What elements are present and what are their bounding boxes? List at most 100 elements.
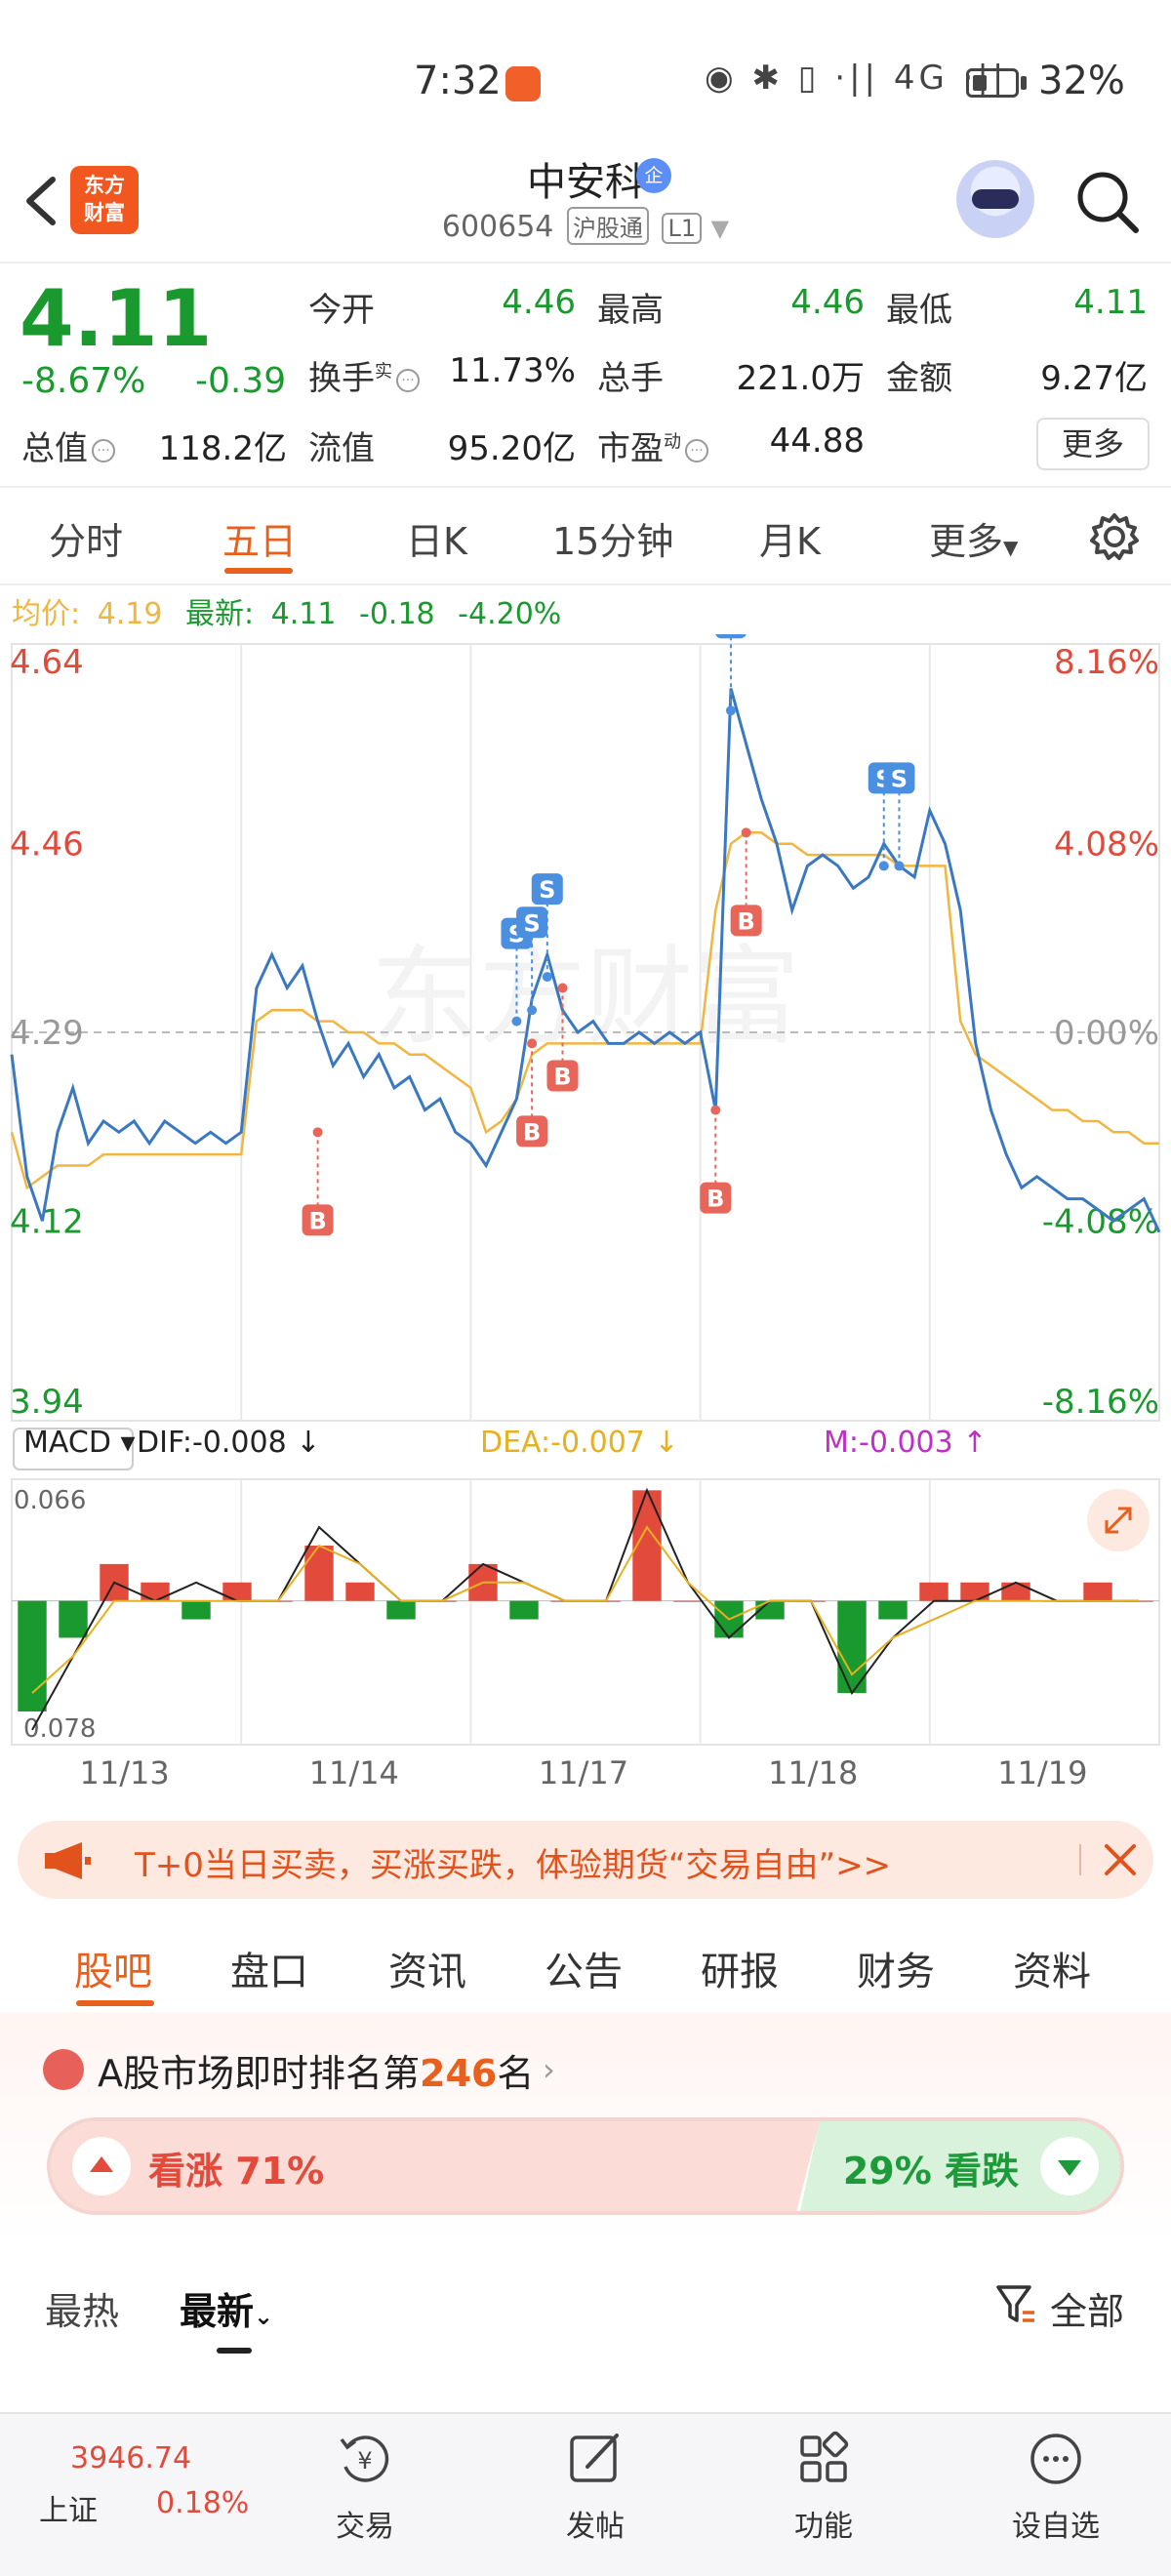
more-button[interactable]: 更多: [1036, 418, 1150, 470]
battery-percent: 32%: [1038, 59, 1125, 103]
chart-legend: 均价: 4.19 最新: 4.11 -0.18 -4.20%: [12, 589, 561, 632]
filter-label[interactable]: 全部: [1050, 2281, 1124, 2335]
tab-profile[interactable]: 资料: [1013, 1940, 1091, 1996]
macd-tick-top: 0.066: [14, 1486, 86, 1515]
current-price: 4.11: [20, 273, 213, 364]
float-label: 流值: [308, 429, 375, 468]
nav-watchlist[interactable]: 设自选: [997, 2422, 1114, 2545]
macd-bar: [509, 1600, 539, 1620]
sell-marker-label: S: [523, 909, 540, 937]
search-icon[interactable]: [1073, 168, 1142, 236]
battery-icon: [966, 68, 1019, 98]
tab-orderbook[interactable]: 盘口: [230, 1940, 308, 1996]
sell-marker-label: S: [891, 765, 908, 792]
macd-dea: DEA:-0.007 ↓: [480, 1426, 679, 1460]
sort-latest[interactable]: 最新⌄: [180, 2281, 273, 2335]
macd-m: M:-0.003 ↑: [824, 1426, 987, 1460]
buy-marker-dot: [557, 983, 568, 993]
svg-text:¥: ¥: [357, 2447, 372, 2475]
bullish-text[interactable]: 看涨 71%: [148, 2141, 324, 2194]
tab-intraday[interactable]: 分时: [49, 511, 123, 565]
gear-icon[interactable]: [1089, 511, 1140, 562]
rank-panel: A股市场即时排名第246名 › 看涨 71% 29% 看跌: [0, 2012, 1171, 2246]
price-chart-svg[interactable]: 东方财富 4.64 8.16% 4.46 4.08% 4.29 0.00% 4.12 -4.08…: [0, 607, 1171, 1795]
close-icon[interactable]: [1101, 1840, 1140, 1879]
nav-post[interactable]: 发帖: [537, 2422, 654, 2545]
tab-announcements[interactable]: 公告: [545, 1940, 623, 1996]
latest-label: 最新:: [185, 597, 255, 631]
buy-marker-label: B: [707, 1186, 724, 1213]
tab-daily-k[interactable]: 日K: [406, 511, 467, 565]
open-value: 4.46: [502, 283, 576, 322]
float-value: 95.20亿: [447, 429, 576, 468]
tab-finance[interactable]: 财务: [857, 1940, 935, 1996]
y-tick-left: 4.64: [10, 643, 84, 682]
mktcap-label: 总值 ···: [21, 422, 115, 469]
open-label: 今开: [308, 291, 375, 330]
low-label: 最低: [886, 291, 952, 330]
change-amount: -0.39: [195, 361, 287, 401]
tab-15min[interactable]: 15分钟: [552, 511, 673, 565]
nav-functions[interactable]: 功能: [765, 2422, 882, 2545]
rank-chart-icon: [43, 2049, 84, 2090]
section-tab-indicator: [76, 2000, 154, 2006]
tab-news[interactable]: 资讯: [388, 1940, 466, 1996]
latest-change: -0.18: [359, 597, 435, 631]
banner-text[interactable]: T+0当日买卖，买涨买跌，体验期货“交易自由”>>: [135, 1838, 891, 1886]
buy-marker-dot: [710, 1105, 721, 1115]
chevron-right-icon[interactable]: ›: [543, 2051, 555, 2088]
pe-label: 市盈动 ···: [597, 422, 708, 469]
assistant-robot-icon[interactable]: [956, 160, 1034, 238]
x-tick-label: 11/19: [997, 1754, 1087, 1791]
index-percent[interactable]: 0.18%: [156, 2486, 249, 2520]
latest-value: 4.11: [270, 597, 337, 631]
turnover-value: 11.73%: [449, 351, 576, 390]
y-tick-right: 4.08%: [1054, 825, 1159, 865]
tab-research[interactable]: 研报: [701, 1940, 779, 1996]
tab-monthly-k[interactable]: 月K: [759, 511, 821, 565]
status-time: 7:32: [414, 59, 502, 103]
nav-trade[interactable]: ¥ 交易: [306, 2422, 424, 2545]
sell-marker-dot: [511, 1016, 522, 1026]
tab-forum[interactable]: 股吧: [74, 1940, 152, 1996]
macd-dif: DIF:-0.008 ↓: [137, 1426, 320, 1460]
nav-post-label: 发帖: [566, 2510, 625, 2544]
rank-number: 246: [420, 2052, 498, 2095]
tag-connect: 沪股通: [566, 207, 649, 245]
sort-hot[interactable]: 最热: [45, 2281, 119, 2335]
stock-code: 600654: [441, 210, 554, 244]
sell-marker-dot: [542, 972, 552, 983]
y-tick-left: 4.29: [10, 1014, 84, 1053]
bullish-icon[interactable]: [72, 2137, 131, 2195]
macd-tick-bottom: 0.078: [23, 1714, 96, 1744]
bearish-text[interactable]: 29% 看跌: [843, 2141, 1019, 2194]
tab-more[interactable]: 更多▼: [929, 511, 1018, 565]
banner-separator: [1079, 1844, 1081, 1875]
index-name[interactable]: 上证: [39, 2486, 98, 2529]
buy-marker-label: B: [553, 1064, 571, 1091]
bearish-icon[interactable]: [1040, 2137, 1099, 2195]
info-icon: ···: [92, 438, 115, 463]
tab-five-day[interactable]: 五日: [222, 511, 297, 565]
promo-banner[interactable]: T+0当日买卖，买涨买跌，体验期货“交易自由”>>: [18, 1821, 1153, 1899]
y-tick-right: -4.08%: [1042, 1202, 1159, 1241]
volume-value: 221.0万: [736, 359, 865, 398]
rank-text[interactable]: A股市场即时排名第246名: [98, 2043, 534, 2097]
chart-tabs: 分时 五日 日K 15分钟 月K 更多▼: [0, 488, 1171, 585]
macd-bar: [304, 1546, 334, 1601]
tag-level: L1: [662, 213, 703, 244]
edit-icon: [570, 2434, 619, 2482]
stock-header: 东方 财富 中安科 企 600654 沪股通 L1 ▼: [0, 146, 1171, 263]
x-tick-label: 11/13: [79, 1754, 169, 1791]
macd-bar: [673, 1600, 703, 1602]
buy-marker-dot: [312, 1127, 323, 1138]
index-value[interactable]: 3946.74: [70, 2441, 191, 2475]
quote-panel: 4.11 -8.67% -0.39 今开 4.46 最高 4.46 最低 4.1…: [0, 263, 1171, 488]
buy-marker-label: B: [308, 1207, 326, 1234]
chart-area[interactable]: 东方财富 4.64 8.16% 4.46 4.08% 4.29 0.00% 4.12 -4.08…: [0, 607, 1171, 1795]
caret-down-icon: ▼: [1003, 536, 1019, 559]
filter-icon[interactable]: [995, 2283, 1036, 2326]
macd-bar: [182, 1600, 211, 1620]
chevron-down-icon: ⌄: [254, 2303, 274, 2330]
buy-marker-dot: [527, 1038, 538, 1049]
